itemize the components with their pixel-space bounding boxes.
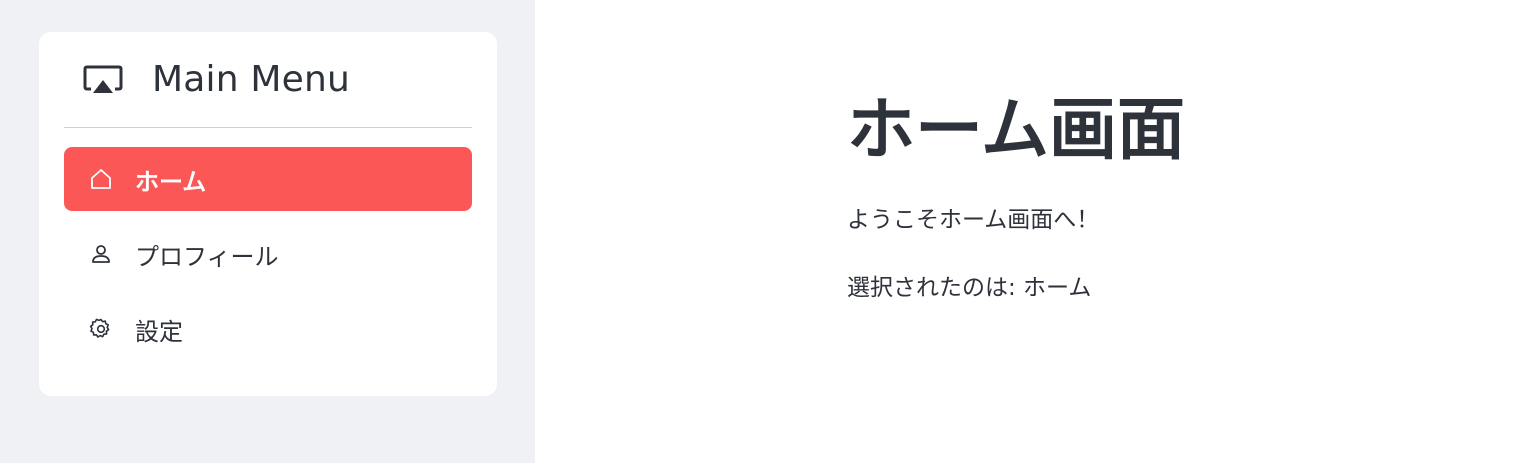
app-root: Main Menu ホーム プロフィール 設定 ホーム画面 ようこそホーム画面へ… [0,0,1536,463]
menu-title: Main Menu [152,59,351,100]
menu-header: Main Menu [64,32,472,128]
sidebar-item-home[interactable]: ホーム [64,147,472,211]
gear-icon [89,317,113,341]
sidebar-item-label: プロフィール [135,242,279,271]
sidebar-item-settings[interactable]: 設定 [64,297,472,361]
page-title: ホーム画面 [847,91,1185,170]
menu-list: ホーム プロフィール 設定 [64,147,472,361]
user-icon [89,242,113,266]
airplay-icon [83,64,123,96]
welcome-text: ようこそホーム画面へ！ [847,207,1100,233]
sidebar-item-label: 設定 [135,317,183,346]
sidebar-item-label: ホーム [135,167,207,196]
sidebar: Main Menu ホーム プロフィール 設定 [0,0,535,463]
sidebar-item-profile[interactable]: プロフィール [64,222,472,286]
menu-card: Main Menu ホーム プロフィール 設定 [39,32,497,396]
main-content: ホーム画面 ようこそホーム画面へ！ 選択されたのは: ホーム [535,0,1536,463]
selected-item-text: 選択されたのは: ホーム [847,275,1092,301]
home-icon [89,167,113,191]
